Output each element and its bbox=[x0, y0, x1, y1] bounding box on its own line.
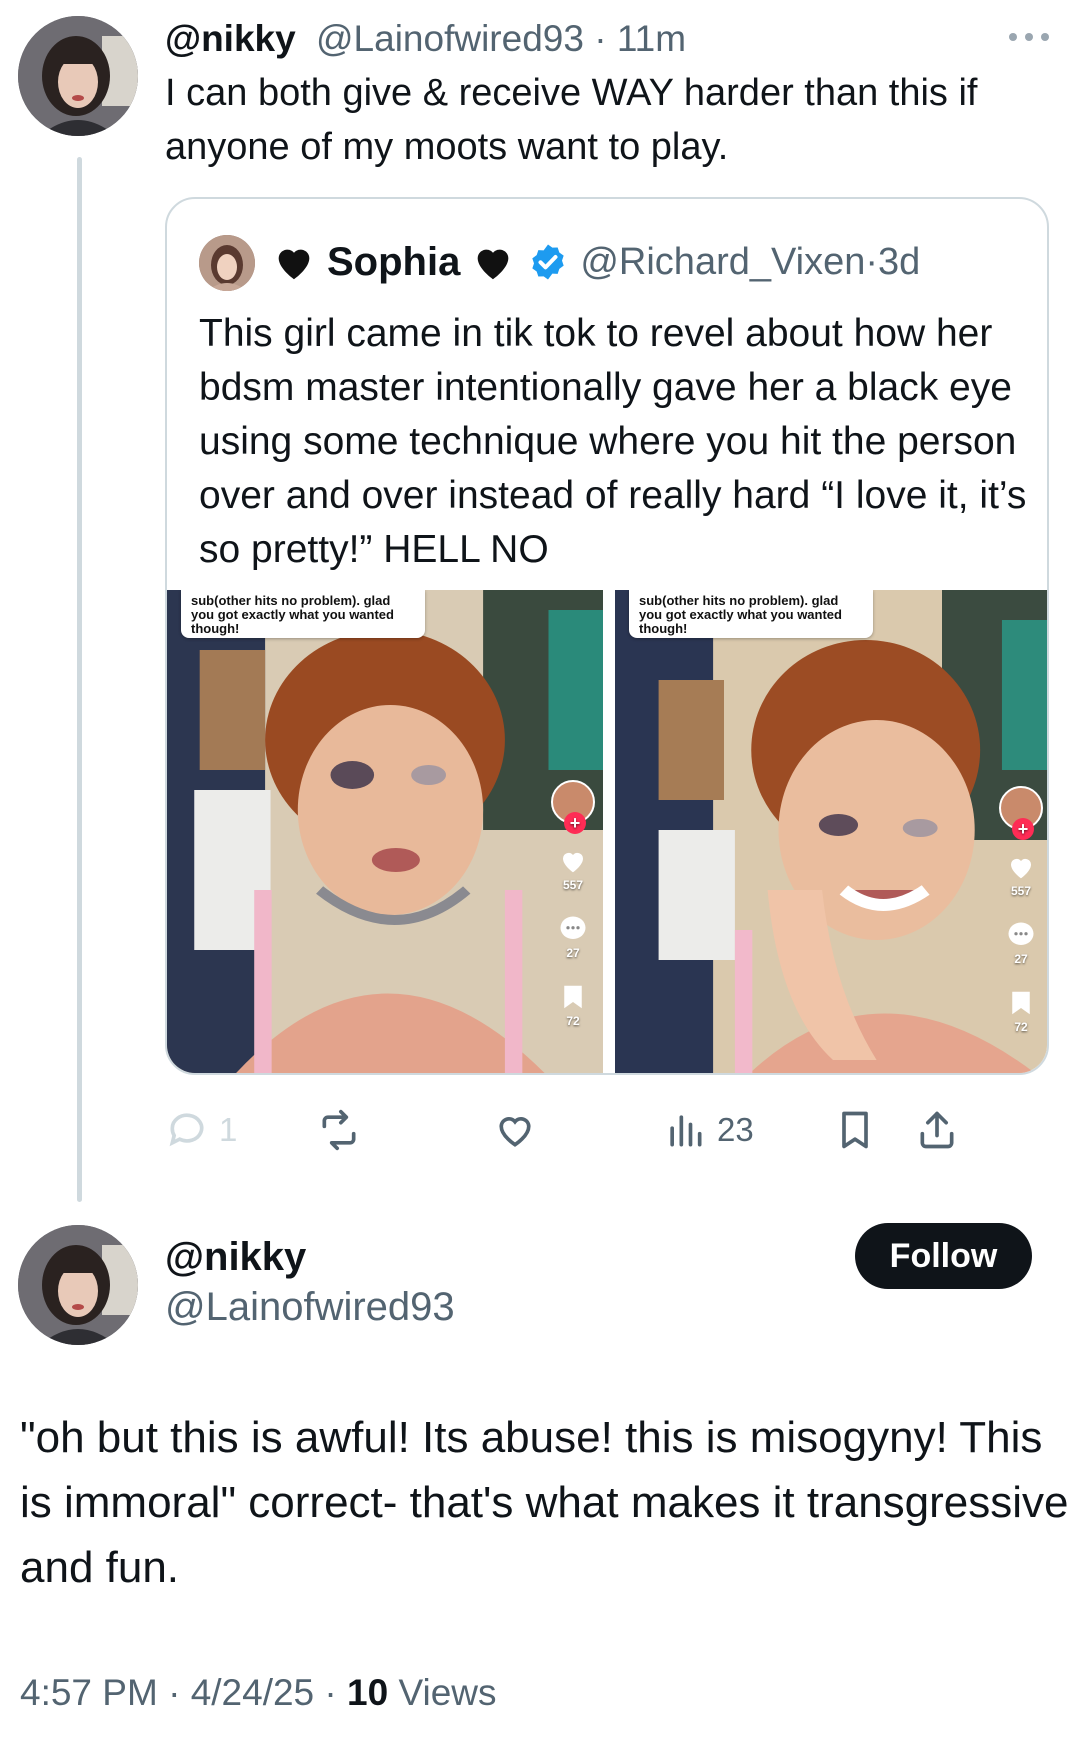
comments-count: 27 bbox=[1014, 952, 1028, 966]
quoted-header: Sophia @Richard_Vixen · 3d bbox=[271, 229, 920, 295]
reply-count: 1 bbox=[219, 1111, 238, 1148]
more-icon[interactable] bbox=[1005, 24, 1053, 48]
separator: · bbox=[865, 240, 879, 283]
tiktok-rail: + 557 27 72 bbox=[999, 786, 1043, 1034]
tweet-date[interactable]: 4/24/25 bbox=[191, 1672, 314, 1713]
quoted-handle[interactable]: @Richard_Vixen bbox=[580, 241, 865, 284]
tweet-time[interactable]: 4:57 PM bbox=[20, 1672, 158, 1713]
media-image[interactable]: sub(other hits no problem). glad you got… bbox=[167, 590, 603, 1073]
tweet-text: "oh but this is awful! Its abuse! this i… bbox=[20, 1413, 1069, 1592]
quoted-display-name[interactable]: Sophia bbox=[327, 240, 460, 285]
quoted-tweet[interactable]: Sophia @Richard_Vixen · 3d This girl cam… bbox=[165, 197, 1049, 1075]
likes-count: 557 bbox=[1010, 884, 1032, 898]
views-icon bbox=[670, 1115, 702, 1147]
retweet-icon bbox=[322, 1109, 356, 1151]
handle[interactable]: @Lainofwired93 bbox=[165, 1282, 455, 1332]
verified-icon[interactable] bbox=[528, 242, 568, 282]
avatar[interactable] bbox=[18, 16, 138, 136]
handle[interactable]: @Lainofwired93 bbox=[316, 18, 584, 59]
timestamp[interactable]: 11m bbox=[617, 18, 686, 59]
thread-line bbox=[77, 157, 82, 1202]
comment-icon bbox=[560, 916, 586, 939]
bookmark-icon bbox=[1012, 991, 1030, 1015]
tiktok-rail: + 557 27 72 bbox=[551, 780, 595, 1028]
reply-icon bbox=[169, 1113, 204, 1147]
media-caption: sub(other hits no problem). glad you got… bbox=[181, 590, 425, 638]
follow-button[interactable]: Follow bbox=[855, 1223, 1032, 1289]
avatar-image bbox=[18, 16, 138, 136]
black-heart-icon bbox=[278, 249, 310, 280]
separator: · bbox=[314, 1672, 348, 1713]
tweet-actions: 1 23 bbox=[165, 1105, 1055, 1155]
share-icon bbox=[920, 1111, 954, 1149]
share-button[interactable] bbox=[915, 1105, 959, 1155]
quoted-text: This girl came in tik tok to revel about… bbox=[199, 312, 1027, 571]
bookmark-icon bbox=[564, 985, 582, 1009]
retweet-button[interactable] bbox=[317, 1105, 361, 1155]
media-caption: sub(other hits no problem). glad you got… bbox=[629, 590, 873, 638]
separator: · bbox=[157, 1672, 191, 1713]
like-icon bbox=[499, 1117, 531, 1147]
saves-count: 72 bbox=[566, 1014, 580, 1028]
views-count: 23 bbox=[717, 1111, 754, 1148]
heart-icon bbox=[1011, 858, 1031, 879]
quoted-media: sub(other hits no problem). glad you got… bbox=[167, 590, 1047, 1073]
display-name[interactable]: @nikky bbox=[165, 18, 296, 59]
reply-button[interactable]: 1 bbox=[165, 1105, 237, 1155]
comment-icon bbox=[1008, 922, 1034, 945]
tweet-text: I can both give & receive WAY harder tha… bbox=[165, 72, 978, 168]
heart-icon bbox=[563, 852, 583, 873]
tweet-header: @nikky @Lainofwired93 · 11m bbox=[165, 14, 686, 64]
avatar[interactable] bbox=[18, 1225, 138, 1345]
views-label: Views bbox=[388, 1672, 497, 1713]
views-count: 10 bbox=[347, 1672, 389, 1713]
tiktok-avatar: + bbox=[551, 780, 595, 834]
separator: · bbox=[583, 18, 617, 59]
views-button[interactable]: 23 bbox=[663, 1105, 754, 1155]
media-image[interactable]: sub(other hits no problem). glad you got… bbox=[615, 590, 1047, 1073]
tweet-meta: 4:57 PM · 4/24/25 · 10 Views bbox=[20, 1668, 497, 1718]
tiktok-avatar: + bbox=[999, 786, 1043, 840]
comments-count: 27 bbox=[566, 946, 580, 960]
bookmark-icon bbox=[842, 1111, 868, 1149]
avatar-image bbox=[18, 1225, 138, 1345]
black-heart-icon bbox=[478, 249, 509, 280]
quoted-timestamp[interactable]: 3d bbox=[878, 241, 920, 284]
bookmark-button[interactable] bbox=[833, 1105, 877, 1155]
display-name[interactable]: @nikky bbox=[165, 1232, 306, 1282]
likes-count: 557 bbox=[562, 878, 584, 892]
quoted-avatar[interactable] bbox=[199, 235, 255, 291]
plus-icon: + bbox=[1012, 818, 1034, 840]
saves-count: 72 bbox=[1014, 1020, 1028, 1034]
like-button[interactable] bbox=[493, 1105, 537, 1155]
plus-icon: + bbox=[564, 812, 586, 834]
